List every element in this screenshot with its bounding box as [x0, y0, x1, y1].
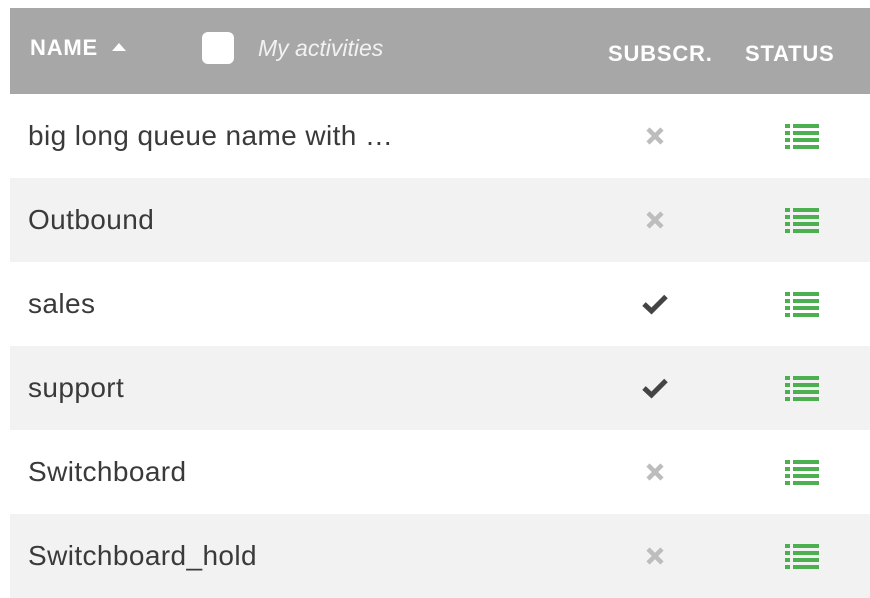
unsubscribed-cross-icon — [640, 94, 670, 178]
sort-ascending-icon — [111, 43, 126, 51]
queue-name: Switchboard_hold — [28, 540, 257, 571]
my-activities-checkbox[interactable] — [202, 32, 234, 64]
unsubscribed-cross-icon — [640, 514, 670, 598]
name-header-label: NAME — [30, 35, 98, 60]
queue-name: support — [28, 372, 125, 403]
list-icon[interactable] — [782, 430, 822, 514]
my-activities-label: My activities — [258, 34, 384, 61]
list-icon[interactable] — [782, 262, 822, 346]
queue-name: Switchboard — [28, 456, 187, 487]
list-icon[interactable] — [782, 514, 822, 598]
list-icon[interactable] — [782, 94, 822, 178]
table-row[interactable]: Outbound — [10, 178, 870, 262]
list-icon[interactable] — [782, 178, 822, 262]
unsubscribed-cross-icon — [640, 178, 670, 262]
subscribed-check-icon — [640, 346, 670, 430]
table-row[interactable]: support — [10, 346, 870, 430]
table-row[interactable]: Switchboard — [10, 430, 870, 514]
status-column-header[interactable]: STATUS — [745, 8, 835, 94]
subscribed-column-header[interactable]: SUBSCR. — [608, 8, 713, 94]
queue-name: Outbound — [28, 204, 155, 235]
list-icon[interactable] — [782, 346, 822, 430]
my-activities-toggle[interactable]: My activities — [202, 28, 383, 68]
unsubscribed-cross-icon — [640, 430, 670, 514]
queue-name: big long queue name with … — [28, 120, 394, 151]
queue-name: sales — [28, 288, 96, 319]
table-row[interactable]: sales — [10, 262, 870, 346]
queue-table: NAME My activities SUBSCR. STATUS big lo… — [10, 8, 870, 598]
table-body: big long queue name with … Outbound sale… — [10, 94, 870, 598]
table-row[interactable]: Switchboard_hold — [10, 514, 870, 598]
table-row[interactable]: big long queue name with … — [10, 94, 870, 178]
name-column-header[interactable]: NAME — [30, 8, 126, 94]
subscribed-check-icon — [640, 262, 670, 346]
table-header: NAME My activities SUBSCR. STATUS — [10, 8, 870, 94]
